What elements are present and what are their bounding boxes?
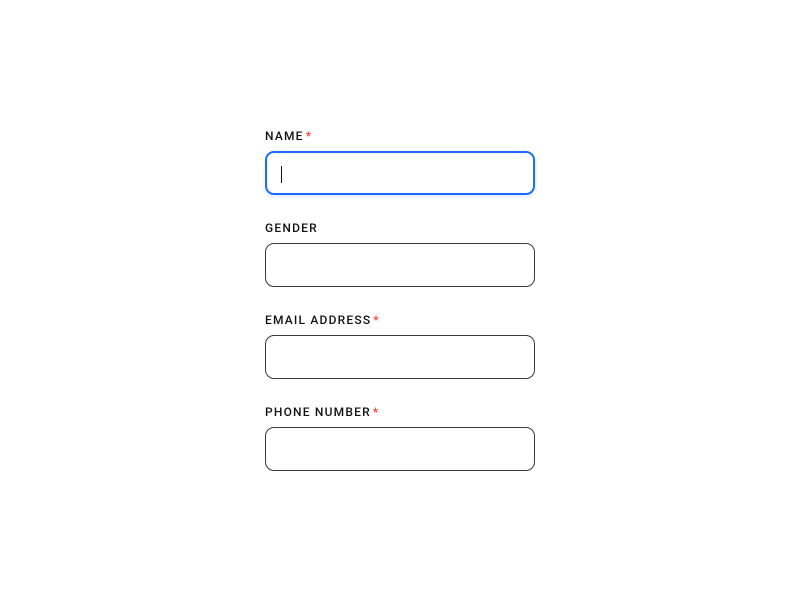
required-mark-icon: * <box>373 405 380 419</box>
name-label: NAME* <box>265 129 535 143</box>
name-input[interactable] <box>265 151 535 195</box>
phone-label-text: PHONE NUMBER <box>265 405 371 419</box>
text-cursor-icon <box>281 166 282 183</box>
email-label-text: EMAIL ADDRESS <box>265 313 371 327</box>
field-email: EMAIL ADDRESS* <box>265 313 535 379</box>
gender-label: GENDER <box>265 221 535 235</box>
email-input-value <box>278 336 522 378</box>
contact-form: NAME* GENDER EMAIL ADDRESS* PHON <box>265 129 535 471</box>
required-mark-icon: * <box>306 129 313 143</box>
gender-input-value <box>278 244 522 286</box>
name-input-value <box>279 153 521 193</box>
field-gender: GENDER <box>265 221 535 287</box>
phone-input[interactable] <box>265 427 535 471</box>
phone-label: PHONE NUMBER* <box>265 405 535 419</box>
field-name: NAME* <box>265 129 535 195</box>
gender-input[interactable] <box>265 243 535 287</box>
required-mark-icon: * <box>373 313 380 327</box>
field-phone: PHONE NUMBER* <box>265 405 535 471</box>
email-input[interactable] <box>265 335 535 379</box>
name-label-text: NAME <box>265 129 304 143</box>
phone-input-value <box>278 428 522 470</box>
email-label: EMAIL ADDRESS* <box>265 313 535 327</box>
gender-label-text: GENDER <box>265 221 318 235</box>
